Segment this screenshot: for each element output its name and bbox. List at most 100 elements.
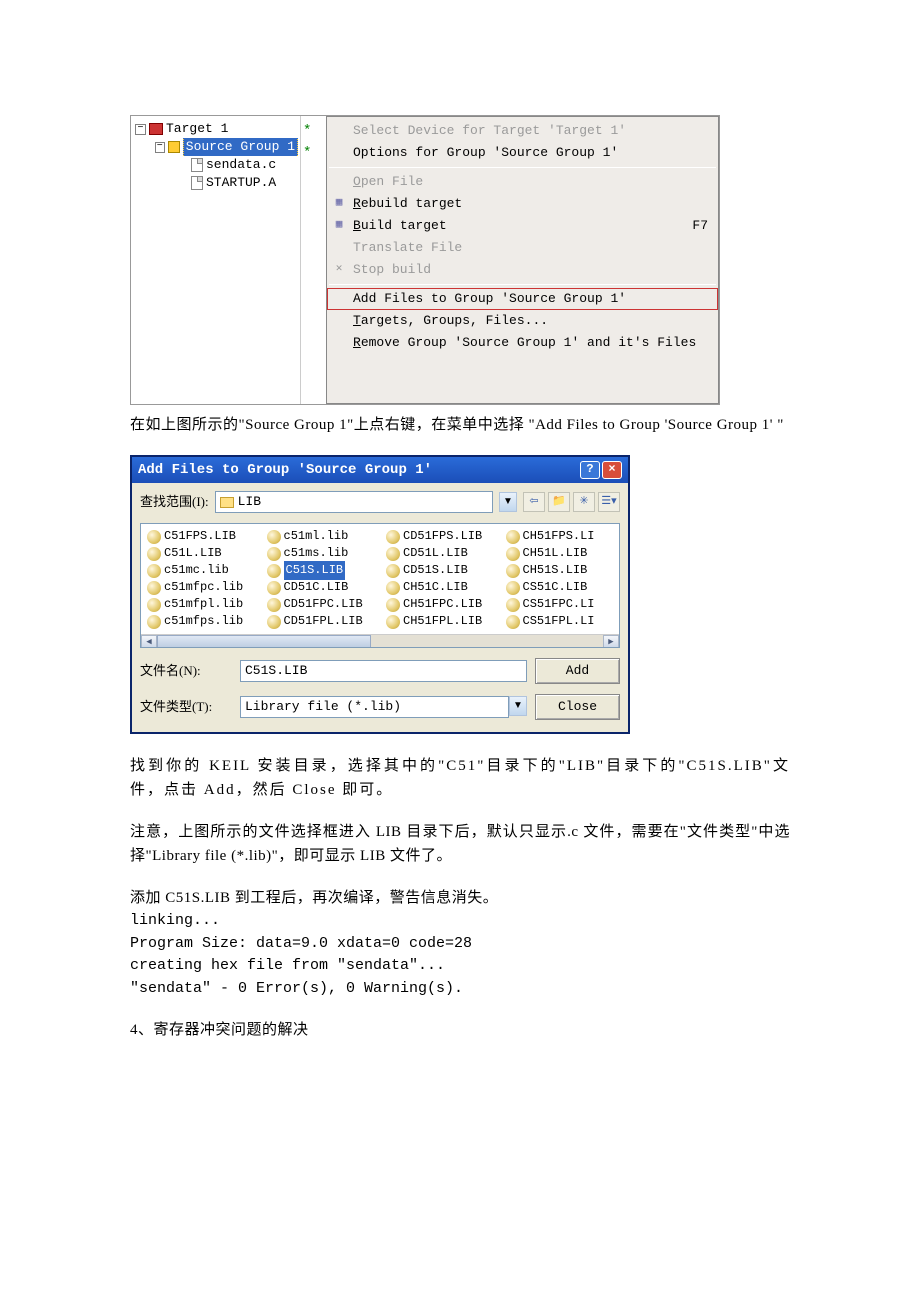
- file-col-3: CH51FPS.LICH51L.LIBCH51S.LIBCS51C.LIBCS5…: [500, 524, 620, 634]
- menu-separator: [329, 284, 716, 285]
- menu-targets-groups[interactable]: Targets, Groups, Files...: [327, 310, 718, 332]
- menu-add-files[interactable]: Add Files to Group 'Source Group 1': [327, 288, 718, 310]
- file-item[interactable]: CD51S.LIB: [386, 562, 494, 579]
- tree-target-row[interactable]: − Target 1: [133, 120, 298, 138]
- add-files-dialog: Add Files to Group 'Source Group 1' ? × …: [130, 455, 630, 734]
- file-item[interactable]: CD51FPL.LIB: [267, 613, 375, 630]
- compiler-output: linking... Program Size: data=9.0 xdata=…: [130, 910, 790, 1000]
- file-item[interactable]: c51mfpl.lib: [147, 596, 255, 613]
- file-item[interactable]: C51S.LIB: [267, 562, 375, 579]
- look-in-combo[interactable]: LIB: [215, 491, 493, 513]
- project-tree: − Target 1 − Source Group 1 sendata.c ST…: [131, 116, 301, 404]
- file-item[interactable]: CS51FPL.LI: [506, 613, 614, 630]
- help-button[interactable]: ?: [580, 461, 600, 479]
- lib-file-icon: [267, 581, 281, 595]
- scroll-right-icon[interactable]: ▶: [603, 635, 619, 648]
- lib-file-icon: [267, 564, 281, 578]
- lib-file-icon: [147, 581, 161, 595]
- lib-file-icon: [506, 581, 520, 595]
- lib-file-icon: [147, 547, 161, 561]
- file-item[interactable]: CD51FPS.LIB: [386, 528, 494, 545]
- file-item[interactable]: CH51FPL.LIB: [386, 613, 494, 630]
- file-item[interactable]: CH51S.LIB: [506, 562, 614, 579]
- group-folder-icon: [168, 141, 180, 153]
- lib-file-icon: [506, 547, 520, 561]
- paragraph-4: 添加 C51S.LIB 到工程后，再次编译，警告信息消失。: [130, 886, 790, 910]
- tree-target-label: Target 1: [166, 120, 228, 138]
- file-name: c51mfps.lib: [164, 612, 243, 631]
- lib-file-icon: [147, 530, 161, 544]
- tree-file-label: sendata.c: [206, 156, 276, 174]
- menu-select-device: Select Device for Target 'Target 1': [327, 120, 718, 142]
- look-in-row: 查找范围(I): LIB ▼ ⇦ 📁 ✳ ☰▾: [140, 491, 620, 513]
- scroll-track[interactable]: [157, 635, 603, 648]
- lib-file-icon: [506, 564, 520, 578]
- build-icon: ▦: [331, 218, 347, 234]
- paragraph-2: 找到你的 KEIL 安装目录，选择其中的"C51"目录下的"LIB"目录下的"C…: [130, 754, 790, 802]
- scroll-thumb[interactable]: [157, 635, 371, 648]
- view-menu-icon[interactable]: ☰▾: [598, 492, 620, 512]
- file-item[interactable]: c51mfps.lib: [147, 613, 255, 630]
- file-item[interactable]: CH51L.LIB: [506, 545, 614, 562]
- dialog-title: Add Files to Group 'Source Group 1': [138, 459, 432, 481]
- lib-file-icon: [147, 564, 161, 578]
- lib-file-icon: [506, 615, 520, 629]
- collapse-icon[interactable]: −: [135, 124, 146, 135]
- lib-file-icon: [386, 530, 400, 544]
- close-dialog-button[interactable]: Close: [535, 694, 620, 720]
- file-item[interactable]: CD51C.LIB: [267, 579, 375, 596]
- tree-file-row[interactable]: sendata.c: [133, 156, 298, 174]
- up-folder-icon[interactable]: 📁: [548, 492, 570, 512]
- file-item[interactable]: CD51FPC.LIB: [267, 596, 375, 613]
- lib-file-icon: [386, 581, 400, 595]
- dropdown-icon[interactable]: ▼: [499, 492, 517, 512]
- menu-options-group[interactable]: Options for Group 'Source Group 1': [327, 142, 718, 164]
- lib-file-icon: [506, 598, 520, 612]
- filename-label: 文件名(N):: [140, 661, 232, 682]
- close-button[interactable]: ×: [602, 461, 622, 479]
- file-item[interactable]: C51L.LIB: [147, 545, 255, 562]
- menu-remove-group[interactable]: Remove Group 'Source Group 1' and it's F…: [327, 332, 718, 354]
- menu-build-target[interactable]: ▦ Build target F7: [327, 215, 718, 237]
- menu-stop-build: ✕ Stop build: [327, 259, 718, 281]
- file-item[interactable]: c51ml.lib: [267, 528, 375, 545]
- filename-input[interactable]: C51S.LIB: [240, 660, 527, 682]
- file-name: CS51FPL.LI: [523, 612, 595, 631]
- collapse-icon[interactable]: −: [155, 142, 165, 153]
- back-icon[interactable]: ⇦: [523, 492, 545, 512]
- file-item[interactable]: c51mc.lib: [147, 562, 255, 579]
- menu-separator: [329, 167, 716, 168]
- tree-group-row[interactable]: − Source Group 1: [133, 138, 298, 156]
- file-list[interactable]: C51FPS.LIBC51L.LIBc51mc.libc51mfpc.libc5…: [140, 523, 620, 648]
- file-col-0: C51FPS.LIBC51L.LIBc51mc.libc51mfpc.libc5…: [141, 524, 261, 634]
- new-folder-icon[interactable]: ✳: [573, 492, 595, 512]
- menu-open-file: Open File: [327, 171, 718, 193]
- file-item[interactable]: C51FPS.LIB: [147, 528, 255, 545]
- file-item[interactable]: c51mfpc.lib: [147, 579, 255, 596]
- file-item[interactable]: c51ms.lib: [267, 545, 375, 562]
- dropdown-icon[interactable]: ▼: [509, 696, 527, 716]
- rebuild-icon: ▦: [331, 196, 347, 212]
- dialog-titlebar: Add Files to Group 'Source Group 1' ? ×: [132, 457, 628, 483]
- stop-icon: ✕: [331, 262, 347, 278]
- editor-pane: * 测试用工程 * 创建时间：2009.8.14: [301, 116, 326, 404]
- tree-file-row[interactable]: STARTUP.A: [133, 174, 298, 192]
- filetype-combo[interactable]: Library file (*.lib): [240, 696, 509, 718]
- menu-translate-file: Translate File: [327, 237, 718, 259]
- file-name: CH51FPL.LIB: [403, 612, 482, 631]
- file-col-1: c51ml.libc51ms.libC51S.LIBCD51C.LIBCD51F…: [261, 524, 381, 634]
- scroll-left-icon[interactable]: ◀: [141, 635, 157, 648]
- paragraph-5: 4、寄存器冲突问题的解决: [130, 1018, 790, 1042]
- file-item[interactable]: CS51FPC.LI: [506, 596, 614, 613]
- asm-file-icon: [191, 176, 203, 190]
- menu-rebuild-target[interactable]: ▦ Rebuild target: [327, 193, 718, 215]
- file-item[interactable]: CH51FPC.LIB: [386, 596, 494, 613]
- file-item[interactable]: CS51C.LIB: [506, 579, 614, 596]
- horizontal-scrollbar[interactable]: ◀ ▶: [141, 634, 619, 648]
- lib-file-icon: [386, 564, 400, 578]
- file-item[interactable]: CH51C.LIB: [386, 579, 494, 596]
- file-item[interactable]: CD51L.LIB: [386, 545, 494, 562]
- tree-group-label: Source Group 1: [183, 138, 298, 156]
- file-item[interactable]: CH51FPS.LI: [506, 528, 614, 545]
- add-button[interactable]: Add: [535, 658, 620, 684]
